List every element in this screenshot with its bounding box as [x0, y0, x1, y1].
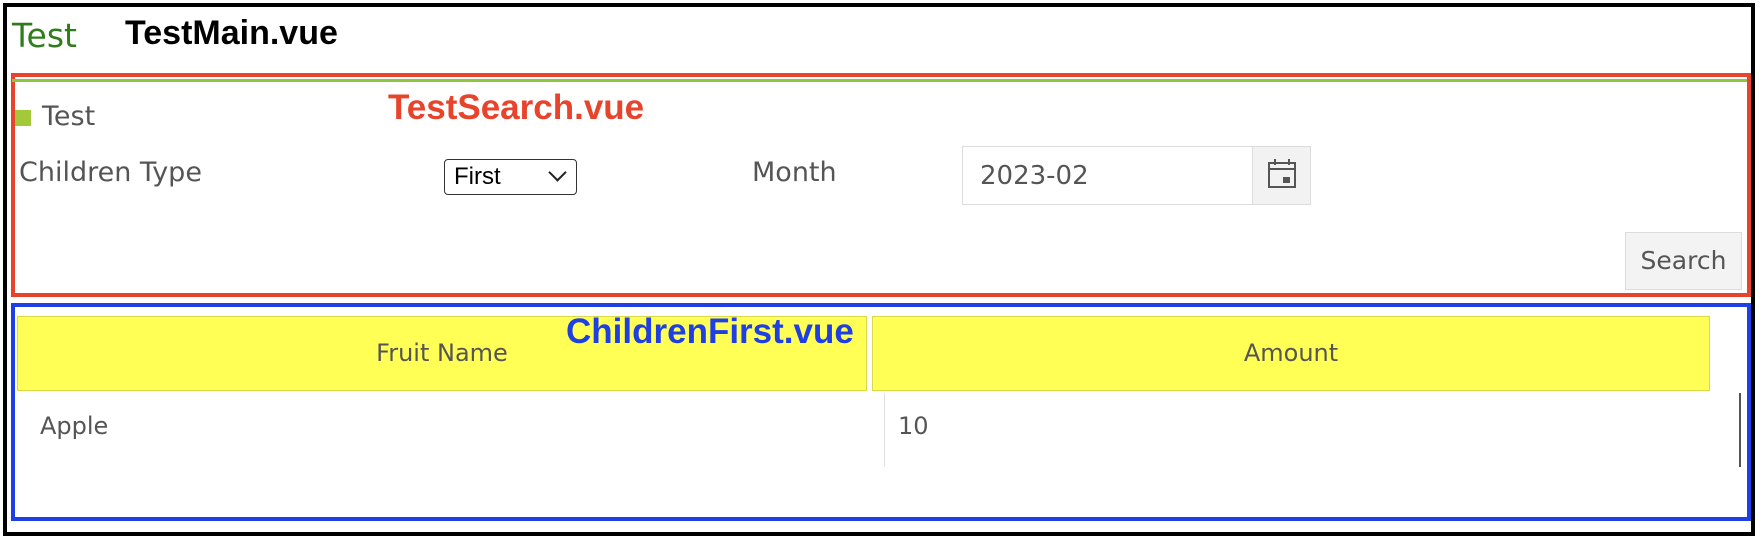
column-divider — [884, 393, 885, 467]
page-title: TestMain.vue — [125, 14, 338, 52]
month-label: Month — [752, 157, 837, 188]
search-button[interactable]: Search — [1625, 232, 1742, 290]
section-bullet-icon — [15, 110, 31, 126]
month-input[interactable]: 2023-02 — [962, 146, 1311, 205]
brand-label: Test — [12, 16, 77, 55]
search-component-annotation: TestSearch.vue — [388, 88, 645, 127]
column-header-amount[interactable]: Amount — [872, 316, 1710, 391]
section-title: Test — [42, 101, 96, 132]
section-divider — [12, 79, 1747, 82]
month-value: 2023-02 — [980, 161, 1089, 191]
calendar-icon — [1268, 159, 1296, 188]
table-cell-amount: 10 — [898, 412, 929, 440]
chevron-down-icon — [548, 163, 567, 182]
children-type-label: Children Type — [19, 157, 202, 188]
search-component-frame — [11, 73, 1751, 297]
children-type-selected-value: First — [454, 163, 501, 190]
children-type-select[interactable]: First — [444, 159, 577, 195]
table-right-border — [1739, 393, 1741, 467]
children-component-annotation: ChildrenFirst.vue — [566, 312, 854, 351]
table-cell-fruit-name: Apple — [40, 412, 109, 440]
calendar-button[interactable] — [1252, 147, 1310, 204]
